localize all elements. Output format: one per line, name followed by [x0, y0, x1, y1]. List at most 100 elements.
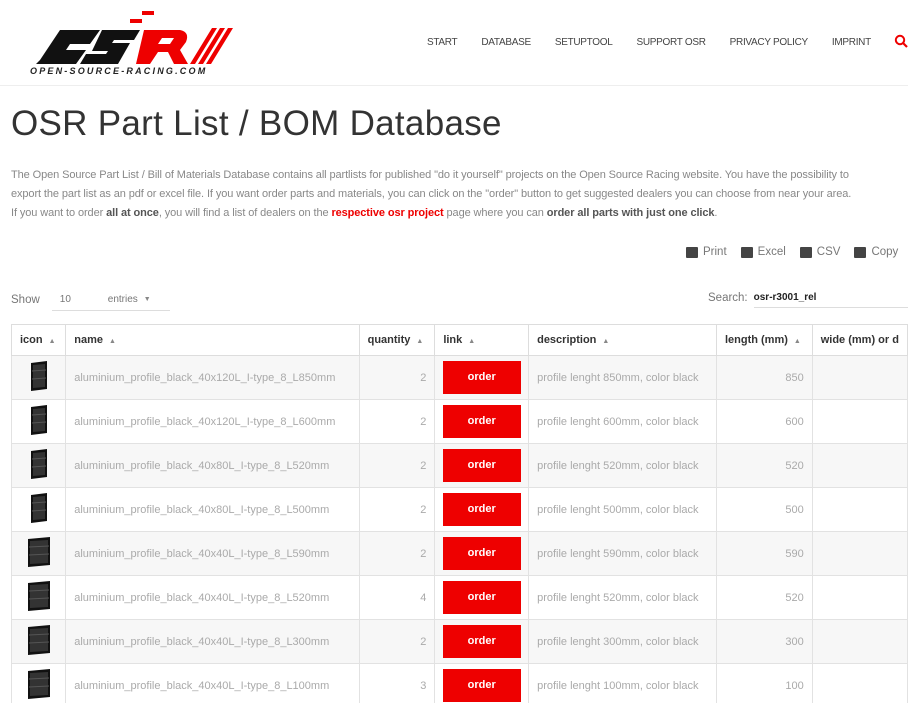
part-description: profile lenght 520mm, color black [528, 575, 717, 620]
search-input[interactable] [753, 288, 908, 308]
excel-icon [740, 246, 753, 258]
table-row: aluminium_profile_black_40x40L_I-type_8_… [10, 531, 908, 576]
order-button[interactable]: order [442, 581, 521, 614]
part-width [811, 355, 908, 400]
col-width[interactable]: wide (mm) or d [811, 324, 908, 356]
copy-button[interactable]: Copy [854, 246, 898, 258]
intro-line-1: The Open Source Part List / Bill of Mate… [11, 169, 849, 181]
intro-line-2: export the part list as an pdf or excel … [11, 188, 852, 200]
csv-button[interactable]: CSV [799, 246, 840, 258]
part-description: profile lenght 500mm, color black [528, 487, 717, 532]
intro-line-3: If you want to order all at once, you wi… [11, 207, 718, 219]
nav-setuptool[interactable]: SETUPTOOL [555, 37, 613, 48]
nav-privacy-policy[interactable]: PRIVACY POLICY [730, 37, 809, 48]
part-width [811, 487, 908, 532]
table-search: Search: [708, 288, 908, 308]
sort-icon: ▲ [48, 338, 56, 345]
aluminium-profile-icon [27, 581, 50, 611]
print-button[interactable]: Print [686, 246, 727, 258]
order-button[interactable]: order [442, 449, 521, 482]
part-link-cell: order [434, 487, 530, 532]
part-link-cell: order [434, 443, 530, 488]
nav-imprint[interactable]: IMPRINT [832, 37, 871, 48]
logo-tagline: OPEN-SOURCE-RACING.COM [30, 66, 208, 76]
part-length: 300 [715, 619, 813, 664]
part-description: profile lenght 850mm, color black [528, 355, 717, 400]
part-name: aluminium_profile_black_40x120L_I-type_8… [65, 355, 360, 400]
part-quantity: 2 [358, 355, 436, 400]
part-link-cell: order [434, 619, 530, 664]
part-icon-cell [10, 443, 67, 488]
order-button[interactable]: order [442, 493, 521, 526]
part-width [811, 619, 908, 664]
chevron-down-icon: ▼ [143, 296, 151, 303]
aluminium-profile-icon [27, 537, 50, 567]
part-description: profile lenght 520mm, color black [528, 443, 717, 488]
sort-icon: ▲ [416, 338, 424, 345]
order-button[interactable]: order [442, 405, 521, 438]
part-quantity: 3 [358, 663, 436, 703]
part-width [811, 443, 908, 488]
part-length: 600 [715, 399, 813, 444]
part-quantity: 2 [358, 399, 436, 444]
aluminium-profile-icon [30, 405, 47, 435]
entries-label: entries [107, 294, 138, 305]
respective-project-link[interactable]: respective osr project [331, 207, 443, 219]
part-description: profile lenght 300mm, color black [528, 619, 717, 664]
csv-icon [799, 246, 812, 258]
page-length-control: Show 10 entries ▼ [11, 289, 170, 311]
part-description: profile lenght 590mm, color black [528, 531, 717, 576]
part-description: profile lenght 100mm, color black [528, 663, 717, 703]
table-row: aluminium_profile_black_40x40L_I-type_8_… [10, 619, 908, 664]
page-title: OSR Part List / BOM Database [11, 104, 502, 143]
part-icon-cell [10, 399, 67, 444]
col-description[interactable]: description ▲ [528, 324, 717, 356]
show-label: Show [11, 294, 40, 306]
col-icon[interactable]: icon ▲ [10, 324, 67, 356]
part-name: aluminium_profile_black_40x40L_I-type_8_… [65, 575, 360, 620]
col-link[interactable]: link ▲ [434, 324, 530, 356]
sort-icon: ▲ [109, 338, 116, 345]
aluminium-profile-icon [30, 361, 47, 391]
part-description: profile lenght 600mm, color black [528, 399, 717, 444]
entries-select[interactable]: 10 entries ▼ [51, 289, 170, 311]
search-label: Search: [708, 292, 748, 304]
aluminium-profile-icon [30, 449, 47, 479]
order-button[interactable]: order [442, 537, 521, 570]
sort-icon: ▲ [468, 338, 476, 345]
order-button[interactable]: order [442, 669, 521, 702]
part-name: aluminium_profile_black_40x40L_I-type_8_… [65, 663, 360, 703]
part-icon-cell [10, 575, 67, 620]
part-length: 590 [715, 531, 813, 576]
table-row: aluminium_profile_black_40x40L_I-type_8_… [10, 663, 908, 703]
part-quantity: 2 [358, 487, 436, 532]
nav-support-osr[interactable]: SUPPORT OSR [637, 37, 706, 48]
copy-icon [854, 246, 867, 258]
aluminium-profile-icon [27, 669, 50, 699]
export-buttons: Print Excel CSV Copy [686, 246, 908, 258]
part-link-cell: order [434, 663, 530, 703]
order-button[interactable]: order [442, 361, 521, 394]
excel-button[interactable]: Excel [740, 246, 786, 258]
col-quantity[interactable]: quantity ▲ [358, 324, 436, 356]
nav-database[interactable]: DATABASE [481, 37, 531, 48]
part-name: aluminium_profile_black_40x80L_I-type_8_… [65, 443, 360, 488]
parts-table: icon ▲ name ▲ quantity ▲ link ▲ description ▲… [10, 324, 908, 703]
part-icon-cell [10, 531, 67, 576]
nav-start[interactable]: START [427, 37, 458, 48]
main-nav: START DATABASE SETUPTOOL SUPPORT OSR PRI… [427, 37, 895, 48]
aluminium-profile-icon [30, 493, 47, 523]
part-icon-cell [10, 355, 67, 400]
part-name: aluminium_profile_black_40x40L_I-type_8_… [65, 619, 360, 664]
col-name[interactable]: name ▲ [65, 324, 360, 356]
col-length[interactable]: length (mm) ▲ [715, 324, 813, 356]
sort-icon: ▲ [793, 338, 801, 345]
part-quantity: 2 [358, 443, 436, 488]
table-row: aluminium_profile_black_40x80L_I-type_8_… [10, 487, 908, 532]
part-quantity: 2 [358, 531, 436, 576]
order-button[interactable]: order [442, 625, 521, 658]
intro-text: The Open Source Part List / Bill of Mate… [11, 166, 908, 223]
part-icon-cell [10, 487, 67, 532]
part-link-cell: order [434, 399, 530, 444]
search-icon[interactable] [894, 34, 908, 48]
